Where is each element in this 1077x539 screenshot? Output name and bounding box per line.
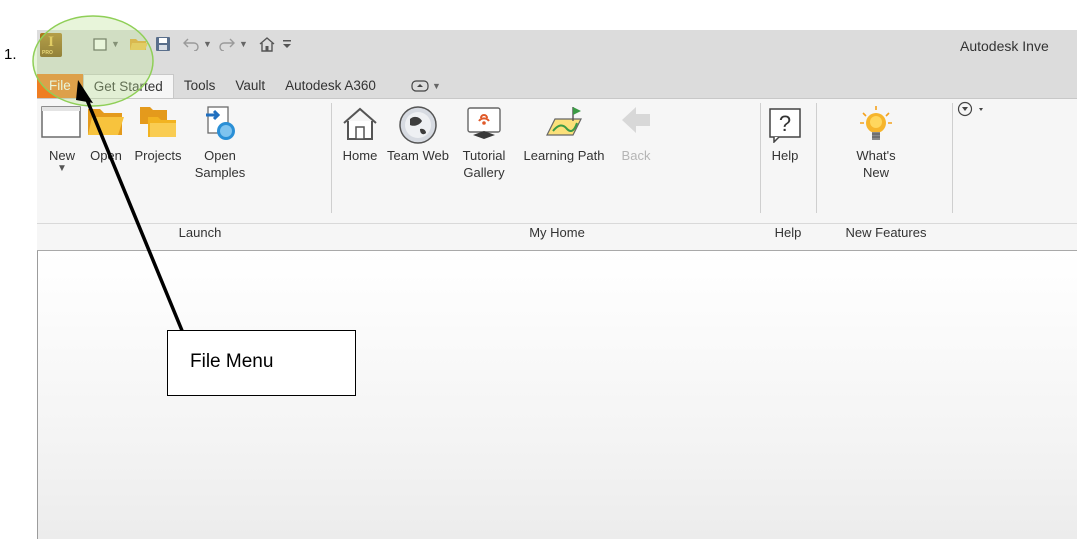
projects-button-label: Projects — [134, 148, 182, 163]
whats-new-label-line2: New — [862, 165, 889, 180]
team-web-label: Team Web — [387, 148, 449, 163]
ribbon-panel: New ▼ Open Projects Open Samples Home Te… — [37, 98, 1077, 251]
open-button[interactable]: Open — [81, 99, 131, 219]
chevron-down-icon: ▼ — [431, 81, 441, 91]
back-arrow-icon — [622, 107, 650, 133]
whats-new-button[interactable]: What's New — [837, 99, 915, 219]
home-ribbon-button[interactable]: Home — [335, 99, 385, 219]
undo-button[interactable]: ▼ — [182, 32, 212, 56]
projects-folder-icon — [140, 107, 176, 137]
open-samples-icon — [206, 106, 235, 140]
group-separator — [952, 103, 953, 213]
tab-autodesk-a360[interactable]: Autodesk A360 — [275, 74, 386, 98]
group-separator — [331, 103, 332, 213]
ribbon-display-options-button[interactable]: ▼ — [386, 74, 453, 98]
panel-display-icon — [411, 80, 429, 92]
app-logo-letter: I — [48, 34, 54, 50]
group-label-new-features: New Features — [845, 225, 927, 240]
svg-text:?: ? — [779, 111, 791, 136]
learning-path-icon — [546, 107, 582, 136]
globe-icon — [399, 106, 437, 144]
callout-label: File Menu — [190, 351, 274, 372]
autodesk-inventor-window: I PRO ▼ ▼ ▼ Autodesk Inve File Get Start… — [37, 30, 1077, 539]
help-button-label: Help — [771, 148, 799, 163]
group-label-launch: Launch — [178, 225, 222, 240]
open-samples-label: Open Samples — [187, 147, 253, 181]
whats-new-label-line1: What's — [856, 148, 896, 163]
tab-file[interactable]: File — [37, 74, 83, 98]
back-button-label: Back — [621, 148, 651, 163]
new-document-icon — [41, 106, 81, 138]
home-button[interactable] — [258, 32, 276, 56]
chevron-down-icon: ▼ — [111, 39, 120, 49]
home-icon — [259, 37, 275, 52]
window-title: Autodesk Inve — [960, 38, 1049, 54]
help-button[interactable]: ? Help — [762, 99, 808, 219]
step-number: 1. — [4, 46, 17, 63]
group-separator — [760, 103, 761, 213]
tab-vault[interactable]: Vault — [225, 74, 275, 98]
tutorial-gallery-icon — [467, 107, 501, 139]
chevron-down-icon: ▼ — [203, 39, 212, 49]
redo-button[interactable]: ▼ — [218, 32, 248, 56]
file-menu-callout: File Menu — [167, 330, 356, 396]
tutorial-label-line1: Tutorial — [462, 148, 506, 163]
home-button-label: Home — [342, 148, 378, 163]
save-button[interactable] — [155, 32, 171, 56]
customize-toolbar-button[interactable] — [282, 32, 292, 56]
group-separator — [816, 103, 817, 213]
new-icon — [93, 38, 107, 51]
chevron-down-icon: ▼ — [57, 163, 67, 174]
group-label-divider — [37, 223, 1077, 224]
team-web-button[interactable]: Team Web — [383, 99, 453, 219]
ribbon-overflow-button[interactable] — [955, 99, 997, 123]
lightbulb-icon — [860, 106, 892, 140]
undo-icon — [183, 38, 199, 51]
open-samples-label-line1: Open — [204, 148, 236, 163]
customize-icon — [283, 40, 291, 48]
whats-new-label: What's New — [837, 147, 915, 181]
tutorial-gallery-label: Tutorial Gallery — [453, 147, 515, 181]
learning-path-button[interactable]: Learning Path — [514, 99, 614, 219]
save-icon — [156, 37, 170, 51]
open-folder-icon — [88, 109, 124, 135]
home-icon — [343, 107, 377, 140]
app-logo-badge: PRO — [42, 50, 53, 56]
open-samples-label-line2: Samples — [194, 165, 246, 180]
learning-path-label: Learning Path — [523, 148, 605, 163]
new-button[interactable]: New ▼ — [41, 99, 83, 219]
back-button[interactable]: Back — [613, 99, 659, 219]
group-label-help: Help — [774, 225, 802, 240]
new-button-label: New — [48, 148, 75, 163]
open-icon — [130, 39, 148, 50]
expand-down-icon — [957, 101, 983, 117]
tutorial-label-line2: Gallery — [463, 165, 505, 180]
quick-access-toolbar: I PRO ▼ ▼ ▼ Autodesk Inve — [37, 30, 1077, 74]
open-samples-button[interactable]: Open Samples — [187, 99, 253, 219]
open-file-button[interactable] — [129, 32, 149, 56]
tab-tools[interactable]: Tools — [174, 74, 226, 98]
tutorial-gallery-button[interactable]: Tutorial Gallery — [453, 99, 515, 219]
open-button-label: Open — [90, 148, 122, 163]
projects-button[interactable]: Projects — [129, 99, 187, 219]
ribbon-tab-bar: File Get Started Tools Vault Autodesk A3… — [37, 74, 1077, 99]
help-question-icon: ? — [769, 108, 801, 143]
chevron-down-icon: ▼ — [239, 39, 248, 49]
new-file-button[interactable]: ▼ — [92, 32, 120, 56]
tab-get-started[interactable]: Get Started — [82, 74, 174, 99]
group-label-my-home: My Home — [529, 225, 585, 240]
application-menu-button[interactable]: I PRO — [40, 33, 62, 57]
redo-icon — [219, 38, 235, 51]
